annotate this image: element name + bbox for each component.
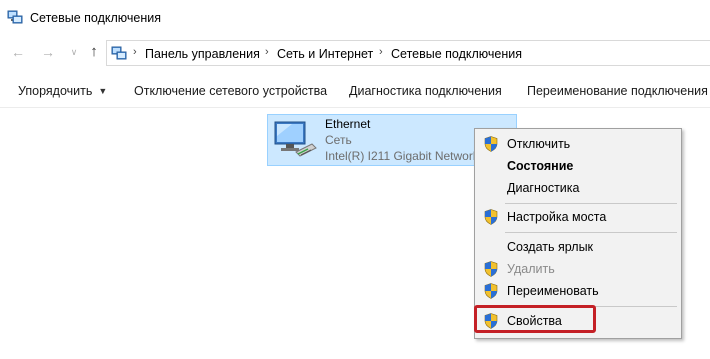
uac-shield-icon [484,209,498,225]
chevron-right-icon[interactable]: › [265,46,269,58]
title-bar: Сетевые подключения [0,0,710,36]
arrow-left-icon[interactable]: ← [10,44,26,60]
menu-item-bridge[interactable]: Настройка моста [475,206,681,228]
window-title: Сетевые подключения [30,11,162,25]
connection-adapter: Intel(R) I211 Gigabit Network [325,149,479,163]
rename-connection-button[interactable]: Переименование подключения [527,84,708,98]
organize-button[interactable]: Упорядочить ▼ [18,84,107,98]
menu-separator [505,203,677,204]
network-connections-icon [111,46,127,60]
navigation-bar: ← → ∨ ↑ › Панель управления › Сеть и Инт… [0,36,710,70]
menu-item-label: Отключить [507,137,571,151]
network-connections-icon [7,10,23,24]
menu-item-label: Состояние [507,159,574,173]
connection-type: Сеть [325,133,352,147]
connection-name: Ethernet [325,117,371,131]
breadcrumb-network-internet[interactable]: Сеть и Интернет [277,47,373,61]
chevron-right-icon[interactable]: › [133,46,137,58]
menu-item-label: Удалить [507,262,555,276]
chevron-down-icon[interactable]: ∨ [66,44,82,60]
organize-label: Упорядочить [18,84,93,98]
chevron-right-icon[interactable]: › [379,46,383,58]
highlight-annotation [474,305,596,333]
caret-down-icon: ▼ [98,86,108,96]
menu-item-rename[interactable]: Переименовать [475,280,681,302]
menu-separator [505,232,677,233]
menu-item-disable[interactable]: Отключить [475,133,681,155]
diagnose-connection-button[interactable]: Диагностика подключения [349,84,502,98]
menu-item-diagnostics[interactable]: Диагностика [475,177,681,199]
disable-device-button[interactable]: Отключение сетевого устройства [134,84,327,98]
uac-shield-icon [484,283,498,299]
breadcrumb-control-panel[interactable]: Панель управления [145,47,260,61]
menu-item-status[interactable]: Состояние [475,155,681,177]
arrow-right-icon[interactable]: → [40,44,56,60]
breadcrumb-network-connections[interactable]: Сетевые подключения [391,47,522,61]
menu-item-label: Переименовать [507,284,599,298]
menu-item-label: Диагностика [507,181,580,195]
connections-list: Ethernet Сеть Intel(R) I211 Gigabit Netw… [0,108,710,359]
command-bar: Упорядочить ▼ Отключение сетевого устройс… [0,76,710,108]
menu-item-label: Настройка моста [507,210,607,224]
uac-shield-icon [484,261,498,277]
address-bar[interactable]: › Панель управления › Сеть и Интернет › … [106,40,710,66]
menu-item-create-shortcut[interactable]: Создать ярлык [475,236,681,258]
arrow-up-icon[interactable]: ↑ [86,44,102,60]
menu-item-label: Создать ярлык [507,240,594,254]
menu-item-delete: Удалить [475,258,681,280]
network-adapter-icon [274,121,317,157]
uac-shield-icon [484,136,498,152]
